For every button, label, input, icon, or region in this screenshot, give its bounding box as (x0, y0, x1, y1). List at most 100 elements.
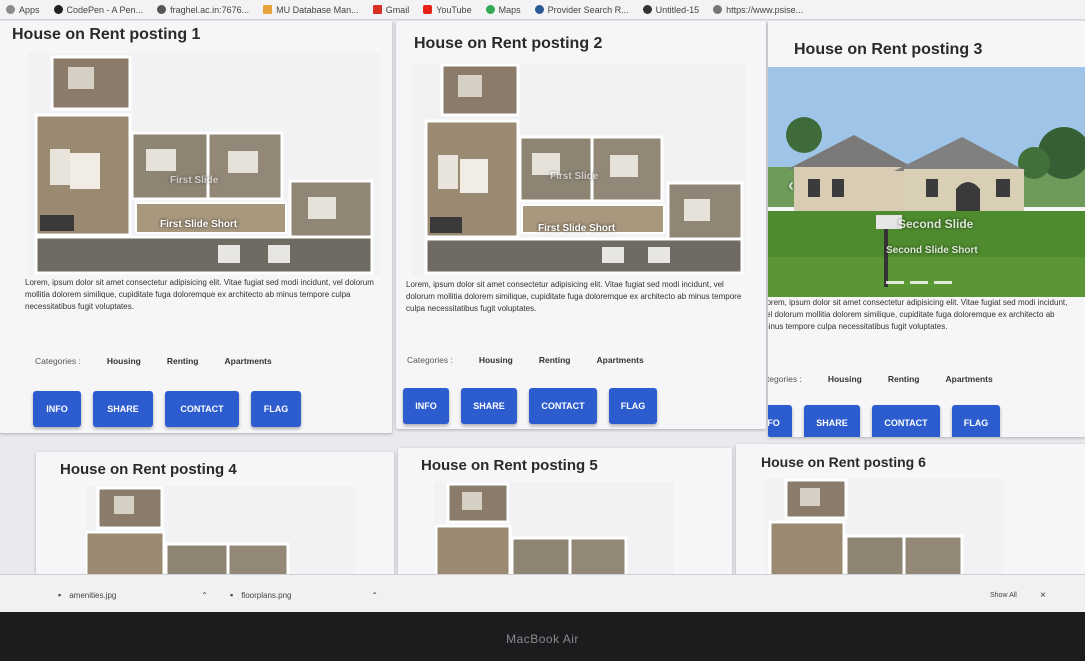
categories-label: Categories : (35, 356, 81, 366)
bookmark-label: Apps (19, 4, 40, 15)
chevron-up-icon[interactable]: ⌃ (201, 591, 208, 600)
listing-description: Lorem, ipsum dolor sit amet consectetur … (406, 280, 742, 313)
listing-carousel[interactable]: Second Slide Second Slide Short ‹ (768, 67, 1085, 297)
category-housing[interactable]: Housing (479, 355, 513, 365)
listing-card-6: House on Rent posting 6 (736, 444, 1085, 584)
bookmark-fraghel[interactable]: fraghel.ac.in:7676... (157, 5, 249, 15)
bookmarks-bar: Apps CodePen - A Pen... fraghel.ac.in:76… (0, 0, 1085, 20)
action-buttons: INFO SHARE CONTACT FLAG (403, 388, 657, 424)
device-label: MacBook Air (506, 632, 579, 646)
listing-description: Lorem, ipsum dolor sit amet consectetur … (25, 278, 374, 311)
listing-card-5: House on Rent posting 5 (398, 448, 732, 588)
share-button[interactable]: SHARE (461, 388, 517, 424)
action-buttons: INFO SHARE CONTACT FLAG (768, 405, 1000, 437)
share-button[interactable]: SHARE (804, 405, 860, 437)
bookmark-untitled[interactable]: Untitled-15 (642, 4, 700, 15)
listing-description: Lorem, ipsum dolor sit amet consectetur … (768, 298, 1068, 331)
download-filename: amenities.jpg (69, 590, 117, 600)
show-all-button[interactable]: Show All (990, 585, 1017, 605)
slide-caption: First Slide Short (160, 219, 238, 230)
share-button[interactable]: SHARE (93, 391, 153, 427)
folder-icon (263, 5, 273, 14)
bookmark-label: Provider Search R... (547, 4, 629, 15)
listing-carousel[interactable] (764, 478, 1004, 578)
listing-card-4: House on Rent posting 4 (36, 452, 394, 592)
gmail-icon (372, 5, 382, 14)
listing-title: House on Rent posting 2 (414, 35, 603, 52)
category-renting[interactable]: Renting (167, 356, 199, 366)
categories-row: Categories : Housing Renting Apartments (768, 374, 993, 384)
download-item-amenities[interactable]: ▪ amenities.jpg ⌃ (58, 585, 208, 605)
slide-title: First Slide (170, 175, 219, 186)
contact-button[interactable]: CONTACT (872, 405, 940, 437)
category-apartments[interactable]: Apartments (596, 355, 643, 365)
download-filename: floorplans.png (241, 590, 292, 600)
prev-slide-icon[interactable]: ‹ (788, 175, 794, 196)
listing-carousel[interactable] (434, 482, 674, 582)
apps-icon (6, 5, 15, 14)
floorplan-image (764, 478, 1004, 578)
bookmark-label: https://www.psise... (726, 4, 804, 15)
bookmark-apps[interactable]: Apps (6, 5, 40, 15)
download-item-floorplans[interactable]: ▪ floorplans.png ⌃ (230, 585, 378, 605)
action-buttons: INFO SHARE CONTACT FLAG (33, 391, 301, 427)
bookmark-label: Untitled-15 (655, 4, 700, 15)
flag-button[interactable]: FLAG (952, 405, 1000, 437)
flag-button[interactable]: FLAG (251, 391, 301, 427)
chevron-up-icon[interactable]: ⌃ (371, 591, 378, 600)
listing-title: House on Rent posting 4 (60, 461, 237, 478)
codepen-icon (53, 5, 63, 14)
file-icon: ▪ (58, 590, 62, 600)
house-photo (768, 67, 1085, 297)
bookmark-provider-search[interactable]: Provider Search R... (534, 4, 629, 15)
category-housing[interactable]: Housing (107, 356, 141, 366)
listing-carousel[interactable]: First Slide First Slide Short (412, 63, 746, 275)
categories-row: Categories : Housing Renting Apartments (35, 356, 272, 366)
category-renting[interactable]: Renting (888, 374, 920, 384)
floorplan-image (412, 63, 746, 275)
show-all-label: Show All (990, 591, 1017, 599)
categories-label: Categories : (768, 374, 802, 384)
browser-screen: Apps CodePen - A Pen... fraghel.ac.in:76… (0, 0, 1085, 612)
listing-carousel[interactable] (86, 486, 356, 586)
category-apartments[interactable]: Apartments (945, 374, 992, 384)
github-icon (642, 5, 652, 14)
bookmark-label: fraghel.ac.in:7676... (170, 4, 250, 15)
bookmark-mu-database[interactable]: MU Database Man... (263, 5, 359, 15)
bookmark-maps[interactable]: Maps (485, 4, 521, 15)
category-housing[interactable]: Housing (828, 374, 862, 384)
provider-icon (534, 5, 544, 14)
category-renting[interactable]: Renting (539, 355, 571, 365)
file-icon: ▪ (230, 590, 234, 600)
listing-card-1: House on Rent posting 1 First Slide Firs… (0, 21, 392, 433)
listing-card-3: House on Rent posting 3 Second Slide Sec… (768, 21, 1085, 437)
contact-button[interactable]: CONTACT (165, 391, 239, 427)
info-button[interactable]: INFO (33, 391, 81, 427)
slide-title: Second Slide (898, 217, 974, 231)
bookmark-psise[interactable]: https://www.psise... (713, 5, 803, 15)
listing-carousel[interactable]: First Slide First Slide Short (28, 53, 380, 275)
floorplan-image (86, 486, 356, 586)
bookmark-label: MU Database Man... (276, 4, 359, 15)
contact-button[interactable]: CONTACT (529, 388, 597, 424)
categories-label: Categories : (407, 355, 453, 365)
info-button[interactable]: INFO (768, 405, 792, 437)
slide-title: First Slide (550, 171, 599, 182)
bookmark-youtube[interactable]: YouTube (423, 4, 472, 15)
category-apartments[interactable]: Apartments (224, 356, 271, 366)
floorplan-image (434, 482, 674, 582)
bookmark-label: CodePen - A Pen... (66, 4, 144, 15)
flag-button[interactable]: FLAG (609, 388, 657, 424)
listing-title: House on Rent posting 6 (761, 454, 926, 470)
slide-caption: Second Slide Short (886, 245, 978, 256)
bookmark-label: YouTube (436, 4, 472, 15)
downloads-bar: ▪ amenities.jpg ⌃ ▪ floorplans.png ⌃ Sho… (0, 574, 1085, 612)
bookmark-codepen[interactable]: CodePen - A Pen... (53, 4, 144, 15)
info-button[interactable]: INFO (403, 388, 449, 424)
close-downloads-icon[interactable]: × (1040, 585, 1046, 605)
bookmark-label: Maps (498, 4, 521, 15)
globe-icon (157, 5, 167, 14)
categories-row: Categories : Housing Renting Apartments (407, 355, 644, 365)
bookmark-gmail[interactable]: Gmail (372, 5, 409, 15)
map-pin-icon (485, 5, 495, 14)
